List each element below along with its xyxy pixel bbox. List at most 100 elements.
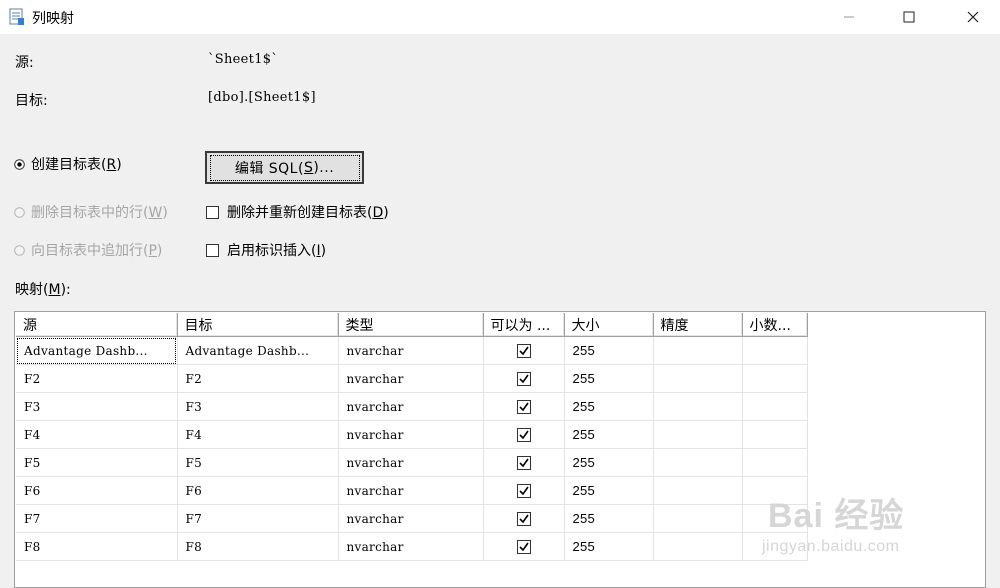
append-rows-radio[interactable]: 向目标表中追加行(P) <box>14 240 162 260</box>
precision-cell[interactable] <box>653 336 743 365</box>
type-cell[interactable]: nvarchar <box>338 420 484 449</box>
type-cell[interactable]: nvarchar <box>338 476 484 505</box>
maximize-button[interactable] <box>886 0 932 34</box>
size-cell[interactable]: 255 <box>564 448 654 477</box>
precision-cell[interactable] <box>653 504 743 533</box>
type-cell[interactable]: nvarchar <box>338 532 484 561</box>
mapping-table: 源 目标 类型 可以为 ... 大小 精度 小数... Advantage Da… <box>16 313 808 561</box>
source-cell[interactable]: F8 <box>16 532 178 561</box>
watermark-url: jingyan.baidu.com <box>762 538 900 555</box>
table-mapping-icon <box>9 8 24 25</box>
delete-rows-radio[interactable]: 删除目标表中的行(W) <box>14 202 168 222</box>
nullable-cell[interactable] <box>483 476 565 505</box>
source-cell[interactable]: F5 <box>16 448 178 477</box>
column-header-type[interactable]: 类型 <box>338 313 484 337</box>
type-cell[interactable]: nvarchar <box>338 336 484 365</box>
delete-rows-label: 删除目标表中的行(W) <box>31 205 168 221</box>
table-row[interactable]: F6 F6 nvarchar 255 <box>16 476 808 505</box>
source-cell[interactable]: F2 <box>16 364 178 393</box>
column-header-nullable[interactable]: 可以为 ... <box>483 313 565 337</box>
edit-sql-label: 编辑 SQL(S)... <box>209 154 360 181</box>
precision-cell[interactable] <box>653 392 743 421</box>
nullable-checkbox[interactable] <box>516 399 531 414</box>
nullable-checkbox[interactable] <box>516 455 531 470</box>
nullable-cell[interactable] <box>483 448 565 477</box>
drop-recreate-checkbox[interactable]: 删除并重新创建目标表(D) <box>206 202 389 222</box>
checkmark-icon <box>518 430 529 439</box>
target-cell[interactable]: F6 <box>177 476 339 505</box>
mapping-label: 映射(M): <box>15 282 71 298</box>
target-cell[interactable]: F2 <box>177 364 339 393</box>
checkbox-icon <box>206 205 219 219</box>
size-cell[interactable]: 255 <box>564 504 654 533</box>
size-cell[interactable]: 255 <box>564 476 654 505</box>
scale-cell[interactable] <box>742 364 808 393</box>
nullable-cell[interactable] <box>483 504 565 533</box>
table-row[interactable]: F4 F4 nvarchar 255 <box>16 420 808 449</box>
size-cell[interactable]: 255 <box>564 336 654 365</box>
type-cell[interactable]: nvarchar <box>338 364 484 393</box>
nullable-cell[interactable] <box>483 392 565 421</box>
grid-header-row: 源 目标 类型 可以为 ... 大小 精度 小数... <box>16 313 808 337</box>
type-cell[interactable]: nvarchar <box>338 504 484 533</box>
source-cell[interactable]: F4 <box>16 420 178 449</box>
target-cell[interactable]: F7 <box>177 504 339 533</box>
column-header-size[interactable]: 大小 <box>564 313 654 337</box>
target-cell[interactable]: F5 <box>177 448 339 477</box>
nullable-cell[interactable] <box>483 336 565 365</box>
append-rows-label: 向目标表中追加行(P) <box>31 243 163 259</box>
identity-insert-checkbox[interactable]: 启用标识插入(I) <box>206 240 326 260</box>
minimize-button[interactable] <box>826 0 872 34</box>
source-cell[interactable]: F6 <box>16 476 178 505</box>
size-cell[interactable]: 255 <box>564 420 654 449</box>
precision-cell[interactable] <box>653 532 743 561</box>
precision-cell[interactable] <box>653 448 743 477</box>
checkmark-icon <box>518 346 529 355</box>
table-row[interactable]: F8 F8 nvarchar 255 <box>16 532 808 561</box>
table-row[interactable]: F5 F5 nvarchar 255 <box>16 448 808 477</box>
scale-cell[interactable] <box>742 336 808 365</box>
nullable-checkbox[interactable] <box>516 343 531 358</box>
nullable-checkbox[interactable] <box>516 427 531 442</box>
column-header-source[interactable]: 源 <box>16 313 178 337</box>
close-button[interactable] <box>950 0 996 34</box>
nullable-cell[interactable] <box>483 532 565 561</box>
target-cell[interactable]: F3 <box>177 392 339 421</box>
column-header-precision[interactable]: 精度 <box>653 313 743 337</box>
scale-cell[interactable] <box>742 392 808 421</box>
nullable-checkbox[interactable] <box>516 511 531 526</box>
edit-sql-button[interactable]: 编辑 SQL(S)... <box>205 151 364 184</box>
precision-cell[interactable] <box>653 364 743 393</box>
close-icon <box>967 11 979 23</box>
type-cell[interactable]: nvarchar <box>338 392 484 421</box>
target-cell[interactable]: F4 <box>177 420 339 449</box>
nullable-checkbox[interactable] <box>516 539 531 554</box>
column-header-target[interactable]: 目标 <box>177 313 339 337</box>
nullable-checkbox[interactable] <box>516 483 531 498</box>
table-row[interactable]: F3 F3 nvarchar 255 <box>16 392 808 421</box>
size-cell[interactable]: 255 <box>564 364 654 393</box>
create-table-radio[interactable]: 创建目标表(R) <box>14 154 122 174</box>
source-cell[interactable]: Advantage Dashb... <box>16 336 178 365</box>
size-cell[interactable]: 255 <box>564 392 654 421</box>
nullable-cell[interactable] <box>483 364 565 393</box>
size-cell[interactable]: 255 <box>564 532 654 561</box>
column-header-scale[interactable]: 小数... <box>742 313 808 337</box>
watermark-brand: Bai 经验 <box>768 497 905 535</box>
type-cell[interactable]: nvarchar <box>338 448 484 477</box>
target-cell[interactable]: F8 <box>177 532 339 561</box>
target-label: 目标: <box>15 93 48 109</box>
precision-cell[interactable] <box>653 420 743 449</box>
table-row[interactable]: F2 F2 nvarchar 255 <box>16 364 808 393</box>
source-cell[interactable]: F7 <box>16 504 178 533</box>
table-row[interactable]: F7 F7 nvarchar 255 <box>16 504 808 533</box>
table-row[interactable]: Advantage Dashb... Advantage Dashb... nvar… <box>16 336 808 365</box>
precision-cell[interactable] <box>653 476 743 505</box>
checkbox-icon <box>206 243 219 257</box>
scale-cell[interactable] <box>742 448 808 477</box>
target-cell[interactable]: Advantage Dashb... <box>177 336 339 365</box>
scale-cell[interactable] <box>742 420 808 449</box>
nullable-cell[interactable] <box>483 420 565 449</box>
nullable-checkbox[interactable] <box>516 371 531 386</box>
source-cell[interactable]: F3 <box>16 392 178 421</box>
